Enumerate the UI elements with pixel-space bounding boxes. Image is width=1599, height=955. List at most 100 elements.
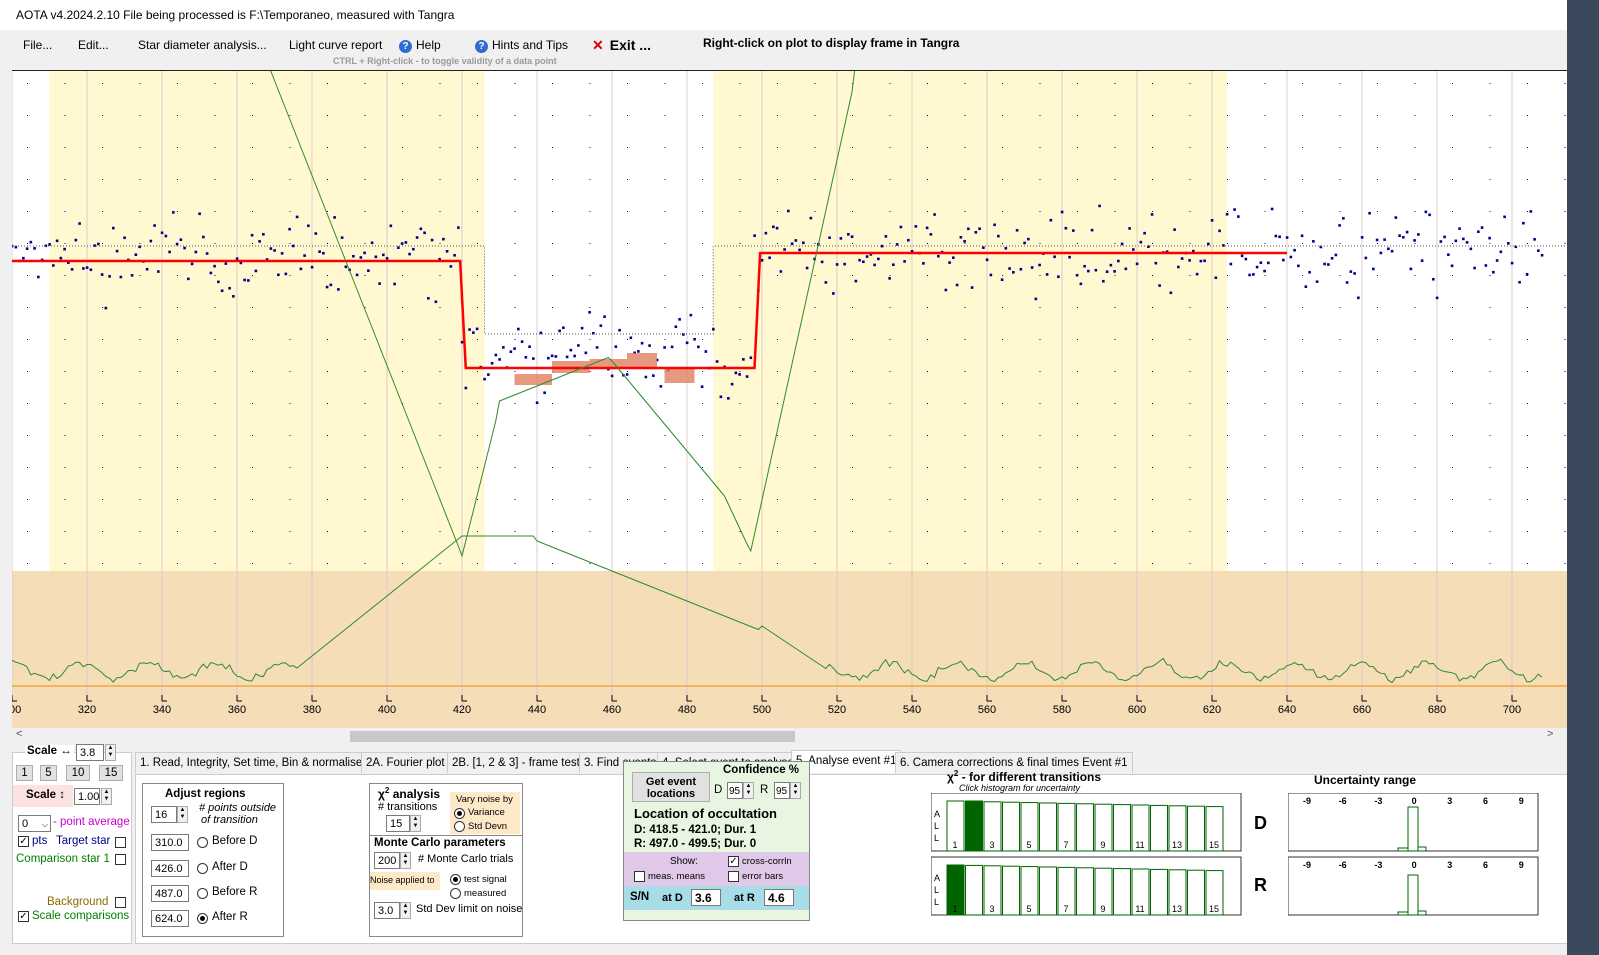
data-point <box>1293 248 1296 252</box>
before-d-radio[interactable] <box>197 837 208 848</box>
grid-dot <box>439 467 441 468</box>
transitions-input[interactable]: 15 <box>386 815 410 832</box>
light-curve-plot[interactable]: 300 320 340 360 380 400 420 440 460 480 500 520 540 5… <box>12 70 1567 729</box>
x-tick-label: 320 <box>78 704 96 716</box>
grid-dot <box>1002 211 1003 212</box>
before-d-input[interactable]: 310.0 <box>151 834 189 851</box>
menu-edit[interactable]: Edit... <box>78 38 109 52</box>
data-point <box>149 239 153 243</box>
data-point <box>933 213 936 216</box>
scale-btn-10[interactable]: 10 <box>66 765 90 781</box>
std-limit-spinner[interactable]: ▲ ▼ <box>400 902 411 919</box>
grid-dot <box>1414 115 1416 116</box>
data-point <box>558 329 561 333</box>
transitions-spinner[interactable]: ▲ ▼ <box>410 815 421 832</box>
scale-btn-5[interactable]: 5 <box>40 765 57 781</box>
data-point <box>1484 264 1488 267</box>
grid-dot <box>1077 339 1078 340</box>
data-point <box>1458 227 1461 230</box>
grid-dot <box>1039 83 1041 84</box>
grid-dot <box>177 275 178 276</box>
confidence-r-spinner[interactable]: ▲ ▼ <box>790 782 801 799</box>
grid-dot <box>889 179 891 180</box>
tab-read[interactable]: 1. Read, Integrity, Set time, Bin & norm… <box>135 752 368 773</box>
grid-dot <box>739 243 741 244</box>
confidence-d-spinner[interactable]: ▲ ▼ <box>743 782 754 799</box>
scale-v-input[interactable]: 1.00 <box>74 788 100 805</box>
confidence-d-input[interactable]: 95 <box>727 782 743 799</box>
target-star-checkbox[interactable] <box>115 837 126 848</box>
grid-dot <box>252 531 253 532</box>
point-average-select[interactable]: 0 ⌵ <box>18 815 51 832</box>
chi-histograms[interactable]: ALL1 3 5 7 9 11 13 15ALL1 3 5 7 9 11 13 15 <box>931 793 1291 919</box>
before-r-input[interactable]: 487.0 <box>151 885 189 902</box>
error-bars-checkbox[interactable] <box>728 871 739 882</box>
scale-btn-15[interactable]: 15 <box>99 765 123 781</box>
sn-label: S/N <box>630 891 650 903</box>
data-point <box>967 227 970 231</box>
menu-help[interactable]: ? Help <box>399 38 441 53</box>
data-point <box>1120 242 1124 246</box>
points-outside-input[interactable]: 16 <box>151 806 177 823</box>
get-event-locations-button[interactable]: Get event locations <box>632 772 710 802</box>
unc-d-tick: 0 <box>1412 796 1417 806</box>
monte-trials-input[interactable]: 200 <box>374 852 400 869</box>
grid-dot <box>102 563 103 564</box>
after-r-radio[interactable] <box>197 913 208 924</box>
grid-dot <box>27 115 28 116</box>
background-checkbox[interactable] <box>115 897 126 908</box>
grid-dot <box>552 147 553 148</box>
std-limit-input[interactable]: 3.0 <box>374 902 400 919</box>
menu-light-curve-report[interactable]: Light curve report <box>289 38 382 52</box>
before-r-radio[interactable] <box>197 888 208 899</box>
scale-v-spinner[interactable]: ▲ ▼ <box>101 788 112 805</box>
scale-comparisons-checkbox[interactable]: ✓ <box>18 911 29 922</box>
grid-dot <box>214 339 216 340</box>
grid-dot <box>477 531 478 532</box>
cross-corr-checkbox[interactable]: ✓ <box>728 856 739 867</box>
variance-radio[interactable] <box>454 808 465 819</box>
grid-dot <box>664 211 666 212</box>
menu-file[interactable]: File... <box>23 38 52 52</box>
chi-hist-title: χ2 - for different transitions <box>947 769 1101 784</box>
comparison-star-checkbox[interactable] <box>115 854 126 865</box>
data-point <box>213 264 216 268</box>
std-devn-radio[interactable] <box>454 821 465 832</box>
data-point <box>1462 237 1465 241</box>
meas-means-checkbox[interactable] <box>634 871 645 882</box>
after-r-input[interactable]: 624.0 <box>151 910 189 927</box>
grid-dot <box>252 211 253 212</box>
scale-h-spinner[interactable]: ▲ ▼ <box>105 744 116 761</box>
grid-dot <box>177 435 178 436</box>
scroll-left-icon[interactable]: < <box>16 728 22 740</box>
data-point <box>629 336 633 340</box>
grid-dot <box>1002 499 1003 500</box>
tab-fourier[interactable]: 2A. Fourier plot <box>361 752 450 773</box>
menu-hints[interactable]: ? Hints and Tips <box>475 38 568 53</box>
confidence-r-input[interactable]: 95 <box>774 782 790 799</box>
plot-svg[interactable]: 300 320 340 360 380 400 420 440 460 480 500 520 540 5… <box>12 71 1567 729</box>
exit-button[interactable]: ✕ Exit ... <box>592 37 651 54</box>
grid-dot <box>927 211 928 212</box>
scale-btn-1[interactable]: 1 <box>16 765 33 781</box>
data-point <box>832 292 835 295</box>
pts-checkbox[interactable]: ✓ <box>18 836 29 847</box>
grid-dot <box>1039 307 1041 308</box>
measured-radio[interactable] <box>450 888 461 899</box>
grid-dot <box>1527 339 1528 340</box>
horizontal-scrollbar[interactable]: < > <box>12 728 1567 744</box>
data-point <box>1424 210 1428 214</box>
grid-dot <box>702 499 703 500</box>
scale-h-input[interactable]: 3.8 <box>76 744 104 761</box>
tab-frame-test[interactable]: 2B. [1, 2 & 3] - frame test <box>447 752 585 773</box>
after-d-radio[interactable] <box>197 863 208 874</box>
scroll-thumb[interactable] <box>350 731 795 742</box>
grid-dot <box>627 563 628 564</box>
monte-trials-spinner[interactable]: ▲ ▼ <box>400 852 411 869</box>
after-d-input[interactable]: 426.0 <box>151 860 189 877</box>
grid-dot <box>1227 499 1228 500</box>
test-signal-radio[interactable] <box>450 874 461 885</box>
points-outside-spinner[interactable]: ▲ ▼ <box>177 806 188 823</box>
scroll-right-icon[interactable]: > <box>1547 728 1553 740</box>
menu-star-diameter[interactable]: Star diameter analysis... <box>138 38 267 52</box>
